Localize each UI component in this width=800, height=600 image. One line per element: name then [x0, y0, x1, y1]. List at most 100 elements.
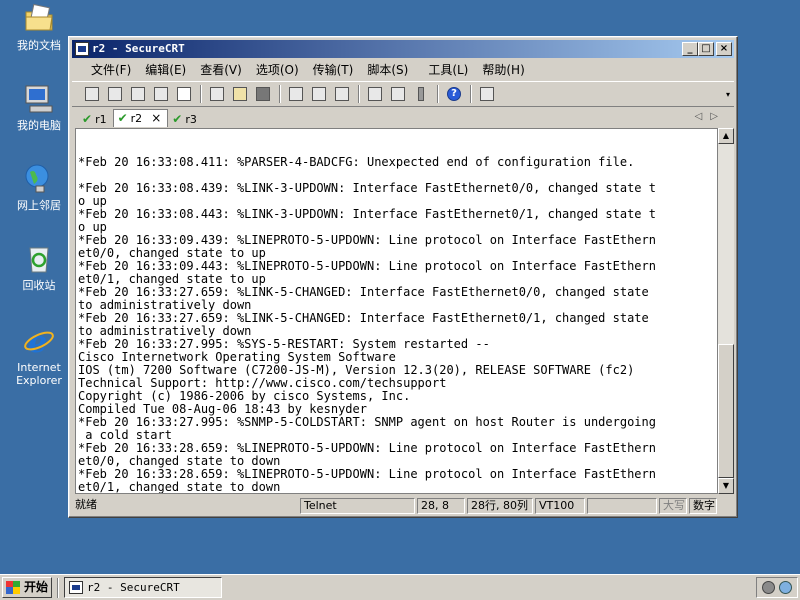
reconnect-button[interactable]	[151, 84, 171, 104]
print-selection-icon	[312, 87, 326, 101]
sftp-icon	[480, 87, 494, 101]
scroll-down-icon[interactable]: ▼	[718, 478, 734, 494]
print-screen-button[interactable]	[286, 84, 306, 104]
keymap-button[interactable]	[411, 84, 431, 104]
print-selection-button[interactable]	[309, 84, 329, 104]
toolbar-separator	[470, 85, 472, 103]
disconnect-button[interactable]	[174, 84, 194, 104]
toolbar-overflow-icon[interactable]: ▾	[726, 90, 730, 99]
global-options-button[interactable]	[388, 84, 408, 104]
tab-scroll-arrows-icon[interactable]: ◁▷	[695, 111, 726, 122]
toolbar: ? ▾	[72, 81, 734, 107]
desktop-icon-network-places[interactable]: 网上邻居	[4, 162, 74, 212]
key-icon	[418, 87, 424, 101]
toolbar-separator	[437, 85, 439, 103]
taskbar-separator	[57, 578, 59, 598]
start-button[interactable]: 开始	[2, 577, 52, 598]
menu-edit[interactable]: 编辑(E)	[138, 61, 193, 78]
toolbar-separator	[279, 85, 281, 103]
menu-help[interactable]: 帮助(H)	[475, 61, 531, 78]
connected-check-icon: ✔	[172, 111, 183, 126]
tab-label: r3	[185, 112, 197, 126]
desktop-icon-my-documents[interactable]: 我的文档	[4, 2, 74, 52]
status-terminal-size: 28行, 80列	[467, 498, 533, 514]
tab-r3[interactable]: ✔ r3	[168, 111, 203, 127]
minimize-button[interactable]: _	[682, 42, 698, 56]
status-empty	[587, 498, 657, 514]
session-options-button[interactable]	[365, 84, 385, 104]
copy-button[interactable]	[207, 84, 227, 104]
menu-script[interactable]: 脚本(S)	[360, 61, 415, 78]
desktop-icon-label: 我的电脑	[17, 119, 61, 132]
scroll-up-icon[interactable]: ▲	[718, 128, 734, 144]
menu-view[interactable]: 查看(V)	[193, 61, 249, 78]
tab-label: r2	[130, 112, 143, 125]
terminal-output[interactable]: *Feb 20 16:33:08.411: %PARSER-4-BADCFG: …	[75, 128, 718, 494]
window-titlebar[interactable]: r2 - SecureCRT _ □ ×	[72, 40, 734, 58]
find-button[interactable]	[253, 84, 273, 104]
status-ready: 就绪	[75, 498, 97, 511]
status-terminal-type: VT100	[535, 498, 585, 514]
maximize-button[interactable]: □	[698, 42, 714, 56]
status-cursor-position: 28, 8	[417, 498, 465, 514]
scroll-thumb[interactable]	[718, 344, 734, 478]
connected-check-icon: ✔	[117, 111, 128, 125]
terminal-line: *Feb 20 16:33:08.411: %PARSER-4-BADCFG: …	[78, 155, 635, 169]
connect-button[interactable]	[82, 84, 102, 104]
status-num-lock: 数字	[689, 498, 717, 514]
securecrt-taskbar-icon	[69, 581, 83, 594]
printer-icon	[335, 87, 349, 101]
connect-icon	[85, 87, 99, 101]
paste-button[interactable]	[230, 84, 250, 104]
terminal-line: *Feb 20 16:33:08.439: %LINK-3-UPDOWN: In…	[78, 181, 656, 195]
desktop-icon-internet-explorer[interactable]: e Internet Explorer	[4, 324, 74, 387]
menu-file[interactable]: 文件(F)	[84, 61, 138, 78]
reconnect-icon	[154, 87, 168, 101]
paste-icon	[233, 87, 247, 101]
terminal-scrollbar[interactable]: ▲ ▼	[718, 128, 734, 494]
menu-bar: 文件(F) 编辑(E) 查看(V) 选项(O) 传输(T) 脚本(S) 工具(L…	[72, 59, 734, 79]
tab-label: r1	[95, 112, 107, 126]
tab-close-icon[interactable]: ×	[151, 111, 161, 126]
taskbar-button-securecrt[interactable]: r2 - SecureCRT	[64, 577, 222, 598]
status-caps-lock: 大写	[659, 498, 687, 514]
close-button[interactable]: ×	[716, 42, 732, 56]
connect-in-tab-button[interactable]	[128, 84, 148, 104]
terminal-line: *Feb 20 16:33:27.995: %SNMP-5-COLDSTART:…	[78, 415, 656, 429]
disconnect-icon	[177, 87, 191, 101]
menu-options[interactable]: 选项(O)	[249, 61, 306, 78]
binoculars-icon	[256, 87, 270, 101]
system-tray	[756, 577, 798, 598]
window-title: r2 - SecureCRT	[92, 42, 185, 55]
desktop-icon-my-computer[interactable]: 我的电脑	[4, 82, 74, 132]
start-label: 开始	[24, 580, 49, 594]
desktop-icon-label: 我的文档	[17, 39, 61, 52]
tab-r1[interactable]: ✔ r1	[78, 111, 113, 127]
copy-icon	[210, 87, 224, 101]
securecrt-window: r2 - SecureCRT _ □ × 文件(F) 编辑(E) 查看(V) 选…	[68, 36, 738, 518]
toolbar-separator	[200, 85, 202, 103]
connect-tab-icon	[131, 87, 145, 101]
quick-connect-icon	[108, 87, 122, 101]
quick-connect-button[interactable]	[105, 84, 125, 104]
tab-r2[interactable]: ✔ r2 ×	[112, 109, 169, 127]
desktop-icon-recycle-bin[interactable]: 回收站	[4, 242, 74, 292]
tray-network-icon[interactable]	[779, 581, 792, 594]
recycle-bin-icon	[22, 242, 56, 276]
desktop-icon-label: 回收站	[22, 279, 56, 292]
taskbar-button-label: r2 - SecureCRT	[87, 581, 180, 594]
menu-transfer[interactable]: 传输(T)	[306, 61, 361, 78]
print-icon	[289, 87, 303, 101]
tray-volume-icon[interactable]	[762, 581, 775, 594]
menu-tools[interactable]: 工具(L)	[421, 61, 475, 78]
print-button[interactable]	[332, 84, 352, 104]
my-documents-icon	[22, 2, 56, 36]
help-button[interactable]: ?	[444, 84, 464, 104]
my-computer-icon	[22, 82, 56, 116]
desktop-icon-label: 网上邻居	[17, 199, 61, 212]
help-icon: ?	[447, 87, 461, 101]
session-tabs: ✔ r1 ✔ r2 × ✔ r3 ◁▷	[72, 109, 734, 127]
status-bar: 就绪 Telnet 28, 8 28行, 80列 VT100 大写 数字	[72, 497, 734, 515]
sftp-button[interactable]	[477, 84, 497, 104]
svg-text:e: e	[28, 325, 47, 358]
